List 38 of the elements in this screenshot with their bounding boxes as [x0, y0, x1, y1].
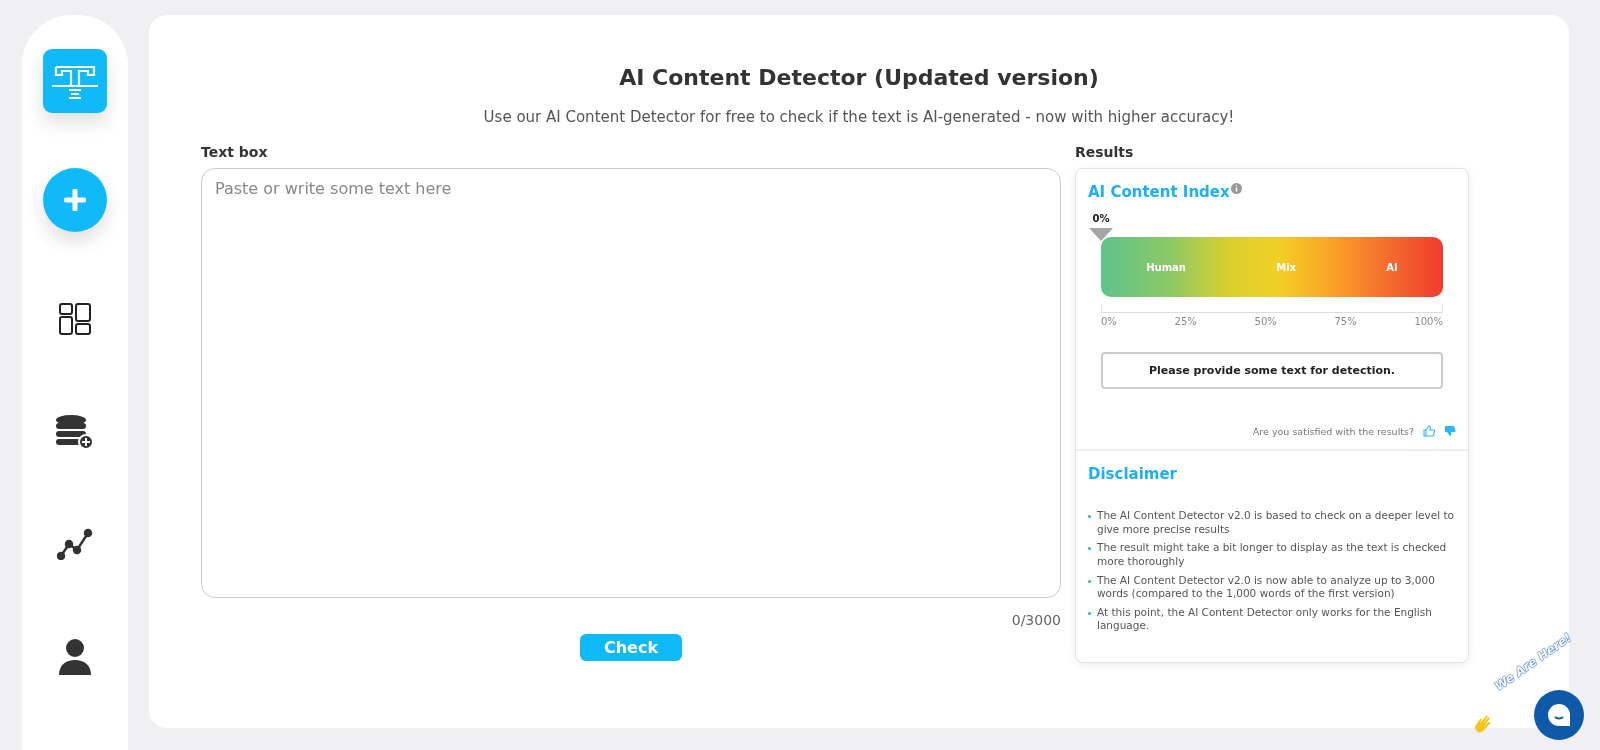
- page-title: AI Content Detector (Updated version): [618, 65, 1100, 90]
- bullet-icon: [1088, 579, 1091, 583]
- character-counter: 0/3000: [1010, 612, 1061, 628]
- disclaimer-item: The AI Content Detector v2.0 is now able to analyze up to 3,000 words (compared to the 1,000 words of the first version): [1097, 573, 1436, 601]
- thumbs-down-icon[interactable]: [1444, 425, 1456, 437]
- line-chart-icon[interactable]: [57, 528, 93, 560]
- chat-bubble-icon: [1546, 702, 1572, 728]
- text-box-label: Text box: [201, 144, 269, 160]
- results-label: Results: [1075, 144, 1135, 160]
- dashboard-icon[interactable]: [58, 302, 92, 336]
- disclaimer-item: The AI Content Detector v2.0 is based to check on a deeper level to give more precise results: [1097, 509, 1456, 537]
- zone-label: AI: [1386, 261, 1398, 273]
- disclaimer-item: The result might take a bit longer to display as the text is checked more thoroughly: [1097, 541, 1448, 569]
- scale-tick-label: 75%: [1334, 316, 1357, 327]
- chat-button[interactable]: [1534, 690, 1584, 740]
- scale-tick-label: 25%: [1174, 316, 1197, 327]
- scale-tick-label: 100%: [1414, 316, 1443, 327]
- disclaimer-item: At this point, the AI Content Detector only works for the English language.: [1097, 605, 1433, 634]
- thumbs-up-icon[interactable]: [1423, 425, 1435, 437]
- check-button[interactable]: Check: [579, 634, 683, 661]
- status-message: Please provide some text for detection.: [1101, 352, 1443, 389]
- disclaimer-title: Disclaimer: [1088, 465, 1179, 483]
- pointer-icon: [1089, 228, 1113, 241]
- text-input-field[interactable]: Paste or write some text here: [201, 168, 1061, 598]
- zone-label: Human: [1146, 261, 1186, 273]
- zone-label: Mix: [1276, 261, 1297, 273]
- bullet-icon: [1088, 611, 1091, 615]
- plus-icon: [64, 189, 86, 211]
- info-icon[interactable]: [1230, 183, 1242, 194]
- bullet-icon: [1088, 547, 1091, 551]
- bullet-icon: [1088, 515, 1091, 518]
- feedback-question: Are you satisfied with the results?: [1252, 425, 1414, 437]
- pointer-value: 0%: [1092, 213, 1110, 224]
- user-icon[interactable]: [58, 638, 92, 676]
- scale-tick-label: 50%: [1254, 316, 1277, 327]
- page-subtitle: Use our AI Content Detector for free to check if the text is AI-generated - now with higher accuracy!: [482, 108, 1236, 126]
- index-title: AI Content Index: [1088, 183, 1230, 201]
- scale-tick-label: 0%: [1101, 316, 1117, 327]
